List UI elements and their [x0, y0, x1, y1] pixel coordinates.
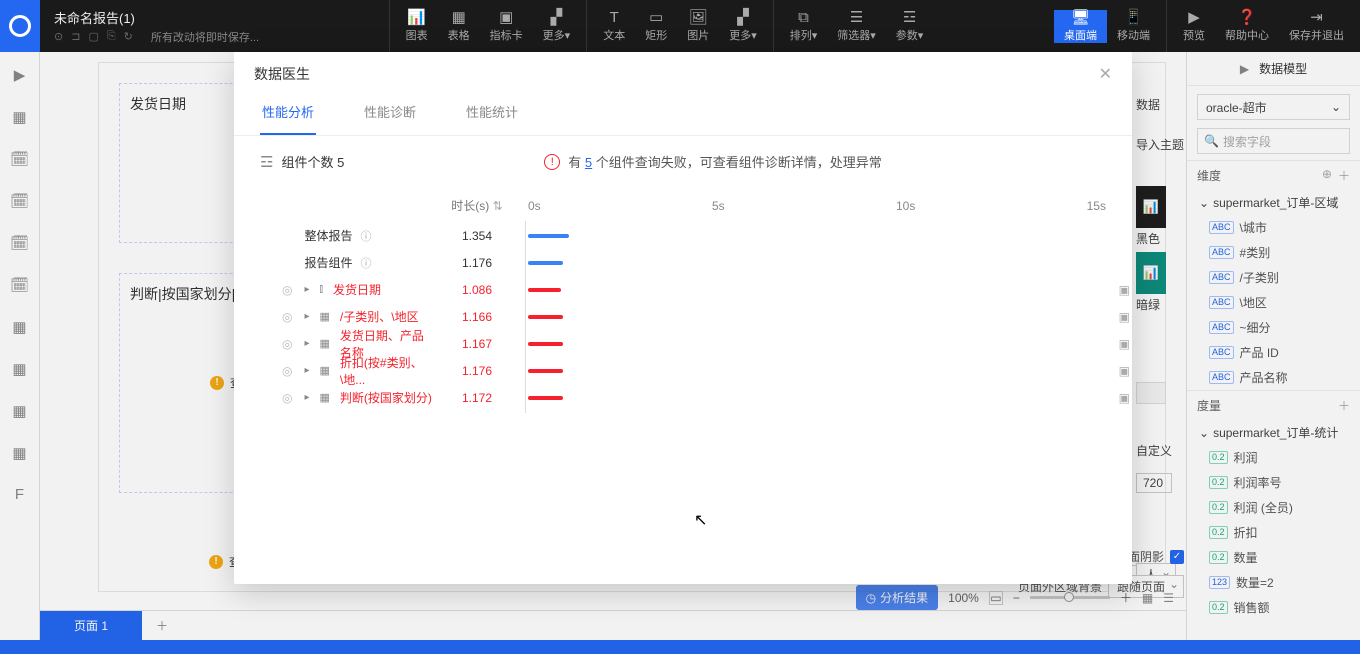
- image-button[interactable]: 🖼图片: [677, 10, 719, 43]
- kpi-icon: ▣: [499, 10, 513, 25]
- tick-0: 0s: [528, 199, 541, 213]
- arrange-button[interactable]: ⧉排列▾: [780, 10, 828, 43]
- save-exit-button[interactable]: ⇥保存并退出: [1279, 10, 1354, 43]
- chart-button[interactable]: 📊图表: [396, 10, 438, 43]
- tick-1: 5s: [712, 199, 725, 213]
- eye-icon[interactable]: ◎: [282, 337, 292, 351]
- viz-group: 📊图表 ▦表格 ▣指标卡 ▞更多▾: [389, 0, 587, 52]
- expand-icon[interactable]: ▸: [304, 311, 309, 322]
- eye-icon[interactable]: ◎: [282, 391, 292, 405]
- copy-icon[interactable]: ▣: [1119, 364, 1130, 378]
- top-bar: 未命名报告(1) ⊙ ⊐ ▢ ⎘ ↻ 所有改动将即时保存... 📊图表 ▦表格 …: [0, 0, 1360, 52]
- eye-icon[interactable]: ◎: [282, 364, 292, 378]
- table-button[interactable]: ▦表格: [438, 10, 480, 43]
- filter-icon: ☰: [850, 10, 863, 25]
- grid-icon: ▞: [551, 10, 563, 25]
- help-icon[interactable]: ⓘ: [361, 255, 372, 271]
- table-icon: ▦: [452, 10, 466, 25]
- close-icon[interactable]: ✕: [1099, 64, 1112, 84]
- bar-chart-icon: ⫾: [320, 283, 324, 296]
- mobile-icon: 📱: [1124, 10, 1143, 25]
- text-icon: T: [610, 10, 619, 25]
- perf-chart: 时长(s) ⇅ 0s 5s 10s 15s ◎整体报告ⓘ1.354◎报告组件ⓘ1…: [234, 181, 1132, 584]
- kpi-button[interactable]: ▣指标卡: [480, 10, 533, 43]
- perf-row[interactable]: ◎整体报告ⓘ1.354: [260, 222, 1106, 249]
- expand-icon[interactable]: ▸: [304, 284, 309, 295]
- component-count: ☲ 组件个数 5: [260, 152, 344, 171]
- help-icon[interactable]: ⓘ: [361, 228, 372, 244]
- tick-3: 15s: [1087, 199, 1106, 213]
- copy-icon[interactable]: ▣: [1119, 391, 1130, 405]
- preview-button[interactable]: ▶预览: [1173, 10, 1215, 43]
- eye-icon[interactable]: ◎: [282, 310, 292, 324]
- history-icon[interactable]: ▢: [88, 30, 98, 43]
- bar-chart-icon: 📊: [407, 10, 426, 25]
- tab-perf-diagnosis[interactable]: 性能诊断: [362, 92, 418, 135]
- data-doctor-modal: 数据医生 ✕ 性能分析 性能诊断 性能统计 ☲ 组件个数 5 ! 有 5 个组件…: [234, 52, 1132, 584]
- copy-icon[interactable]: ▣: [1119, 337, 1130, 351]
- tab-perf-stats[interactable]: 性能统计: [464, 92, 520, 135]
- title-area: 未命名报告(1) ⊙ ⊐ ▢ ⎘ ↻ 所有改动将即时保存...: [40, 0, 280, 52]
- grid-icon: ▞: [737, 10, 749, 25]
- expand-icon[interactable]: ▸: [304, 392, 309, 403]
- modal-title: 数据医生: [254, 64, 310, 84]
- error-icon: !: [544, 154, 560, 170]
- refresh-icon[interactable]: ↻: [124, 30, 133, 43]
- viz-more-button[interactable]: ▞更多▾: [533, 10, 581, 43]
- elem-more-button[interactable]: ▞更多▾: [719, 10, 767, 43]
- device-group: 🖥桌面端 📱移动端: [1048, 0, 1166, 52]
- help-button[interactable]: ❓帮助中心: [1215, 10, 1279, 43]
- help-icon: ❓: [1238, 10, 1257, 25]
- layout-group: ⧉排列▾ ☰筛选器▾ ☲参数▾: [773, 0, 940, 52]
- table-icon: ▦: [320, 391, 330, 404]
- sort-icon[interactable]: ⇅: [493, 199, 503, 213]
- alert-message: ! 有 5 个组件查询失败，可查看组件诊断详情，处理异常: [544, 152, 881, 171]
- rect-button[interactable]: ▭矩形: [635, 10, 677, 43]
- eye-icon[interactable]: ◎: [282, 283, 292, 297]
- table-icon: ▦: [320, 364, 330, 377]
- arrange-icon: ⧉: [798, 10, 809, 25]
- right-group: ▶预览 ❓帮助中心 ⇥保存并退出: [1166, 0, 1360, 52]
- copy-icon[interactable]: ▣: [1119, 283, 1130, 297]
- undo-icon[interactable]: ⊙: [54, 30, 63, 43]
- element-group: T文本 ▭矩形 🖼图片 ▞更多▾: [586, 0, 773, 52]
- copy-icon[interactable]: ▣: [1119, 310, 1130, 324]
- param-button[interactable]: ☲参数▾: [886, 10, 934, 43]
- layers-icon: ☲: [260, 153, 273, 171]
- expand-icon[interactable]: ▸: [304, 338, 309, 349]
- preview-icon: ▶: [1188, 10, 1200, 25]
- desktop-button[interactable]: 🖥桌面端: [1054, 10, 1107, 43]
- desktop-icon: 🖥: [1071, 10, 1090, 25]
- expand-icon[interactable]: ▸: [304, 365, 309, 376]
- filter-button[interactable]: ☰筛选器▾: [827, 10, 886, 43]
- tab-perf-analysis[interactable]: 性能分析: [260, 92, 316, 135]
- text-button[interactable]: T文本: [593, 10, 635, 43]
- perf-row[interactable]: ◎▸▦判断(按国家划分)1.172▣: [260, 384, 1106, 411]
- app-logo[interactable]: [0, 0, 40, 52]
- mobile-button[interactable]: 📱移动端: [1107, 10, 1160, 43]
- modal-tabs: 性能分析 性能诊断 性能统计: [234, 92, 1132, 136]
- exit-icon: ⇥: [1310, 10, 1323, 25]
- autosave-hint: 所有改动将即时保存...: [151, 29, 259, 45]
- perf-row[interactable]: ◎▸⫾发货日期1.086▣: [260, 276, 1106, 303]
- tick-2: 10s: [896, 199, 915, 213]
- image-icon: 🖼: [689, 10, 708, 25]
- perf-row[interactable]: ◎▸▦折扣(按#类别、\地...1.176▣: [260, 357, 1106, 384]
- report-title: 未命名报告(1): [54, 8, 135, 27]
- copy-icon[interactable]: ⎘: [107, 30, 116, 43]
- redo-icon[interactable]: ⊐: [71, 30, 80, 43]
- rect-icon: ▭: [649, 10, 663, 25]
- param-icon: ☲: [903, 10, 916, 25]
- perf-row[interactable]: ◎报告组件ⓘ1.176: [260, 249, 1106, 276]
- table-icon: ▦: [320, 337, 330, 350]
- table-icon: ▦: [320, 310, 330, 323]
